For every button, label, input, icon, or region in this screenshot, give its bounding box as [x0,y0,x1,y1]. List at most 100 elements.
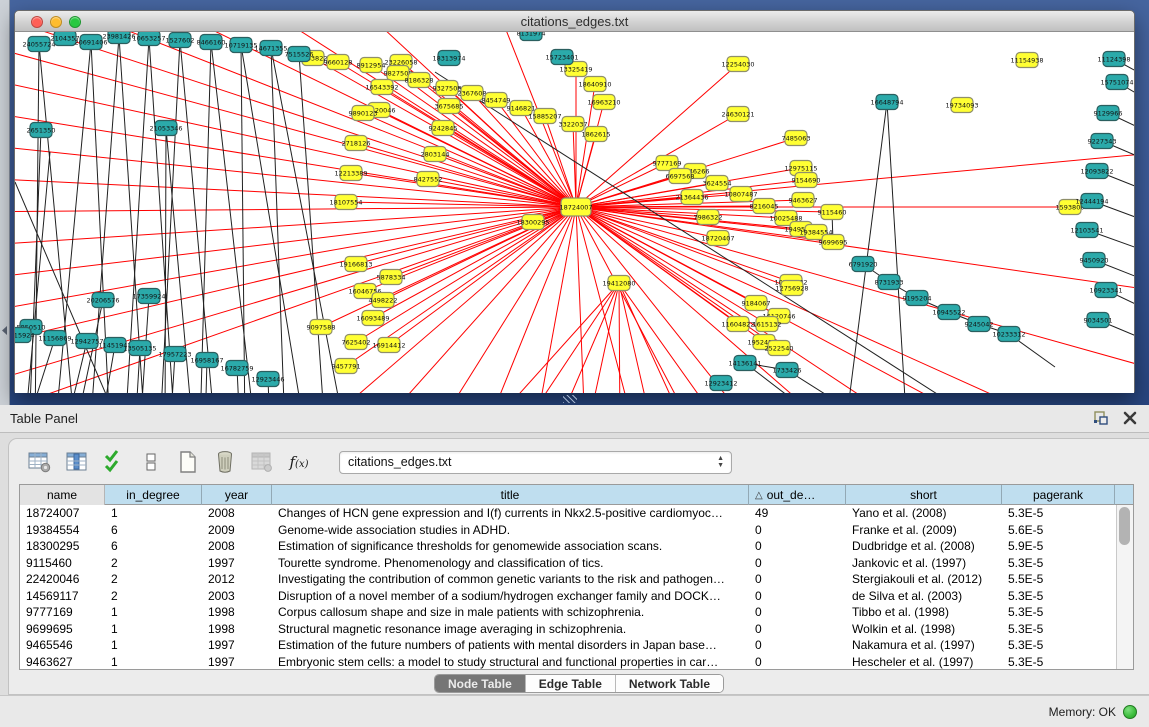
graph-node[interactable]: 8131974 [517,32,546,41]
graph-node[interactable]: 20206576 [86,293,119,308]
graph-node[interactable]: 18724007 [559,198,592,216]
graph-node[interactable]: 12923446 [251,372,284,387]
table-row[interactable]: 946554611997Estimation of the future num… [20,637,1133,654]
graph-node[interactable]: 9154690 [792,173,821,188]
graph-node[interactable]: 8186328 [405,73,434,88]
column-header-pagerank[interactable]: pagerank [1002,485,1115,505]
graph-node[interactable]: 16093489 [356,311,389,326]
graph-node[interactable]: 9195204 [903,291,932,306]
network-window-titlebar[interactable]: citations_edges.txt [15,11,1134,32]
import-table-icon[interactable] [249,449,275,475]
graph-node[interactable]: 12923412 [704,376,737,391]
graph-node[interactable]: 9227343 [1088,134,1117,149]
graph-node[interactable]: 16963210 [587,95,620,110]
column-header-title[interactable]: title [272,485,749,505]
graph-node[interactable]: 1527602 [166,33,195,48]
graph-node[interactable]: 9097588 [307,320,336,335]
graph-node[interactable]: 8466160 [197,35,226,50]
split-pane-grip[interactable] [563,395,577,403]
delete-table-icon[interactable] [212,449,238,475]
table-row[interactable]: 1938455462009Genome-wide association stu… [20,522,1133,539]
graph-node[interactable]: 3675685 [435,99,464,114]
float-panel-icon[interactable] [1093,410,1109,426]
graph-node[interactable]: 9699695 [819,235,848,250]
column-header-in_degree[interactable]: in_degree [105,485,202,505]
table-row[interactable]: 911546021997Tourette syndrome. Phenomeno… [20,555,1133,572]
graph-node[interactable]: 1862615 [582,127,611,142]
select-columns-icon[interactable] [101,449,127,475]
table-row[interactable]: 969969511998Structural magnetic resonanc… [20,621,1133,638]
graph-node[interactable]: 7986322 [694,210,723,225]
column-header-year[interactable]: year [202,485,272,505]
table-row[interactable]: 946362711997Embryonic stem cells: a mode… [20,654,1133,671]
table-column-icon[interactable] [64,449,90,475]
graph-node[interactable]: 1733426 [773,363,802,378]
graph-node[interactable]: 19412080 [602,276,635,291]
graph-node[interactable]: 4498222 [369,293,398,308]
graph-node[interactable]: 10233312 [992,327,1025,342]
graph-node[interactable]: 14136141 [728,356,761,371]
column-header-out_de[interactable]: △out_de… [749,485,846,505]
graph-node[interactable]: 9184067 [742,296,771,311]
graph-node[interactable]: 11604822 [721,317,754,332]
graph-node[interactable]: 6697568 [666,169,695,184]
network-canvas[interactable]: 1872400776638229660128891295423226058982… [15,32,1134,393]
graph-node[interactable]: 9129966 [1094,106,1123,121]
graph-node[interactable]: 18313974 [432,51,465,66]
graph-node[interactable]: 12093822 [1080,164,1113,179]
graph-node[interactable]: 7485063 [782,131,811,146]
table-row[interactable]: 1872400712008Changes of HCN gene express… [20,505,1133,522]
memory-status-icon[interactable] [1123,705,1137,719]
table-selector-dropdown[interactable]: citations_edges.txt ▲▼ [339,451,732,474]
column-header-name[interactable]: name [20,485,105,505]
graph-node[interactable]: 12254030 [721,57,754,72]
graph-node[interactable]: 8216045 [750,199,779,214]
graph-node[interactable]: 16648794 [870,95,903,110]
function-builder-icon[interactable]: f(x) [286,449,312,475]
row-height-icon[interactable] [138,449,164,475]
control-panel-edge[interactable] [0,0,10,405]
tab-edge-table[interactable]: Edge Table [526,675,616,692]
graph-node[interactable]: 3624554 [703,176,732,191]
graph-node[interactable]: 12213389 [334,166,367,181]
panel-collapse-icon[interactable] [2,326,7,335]
graph-node[interactable]: 12103541 [1070,223,1103,238]
graph-node[interactable]: 9034501 [1084,313,1113,328]
table-row[interactable]: 2242004622012Investigating the contribut… [20,571,1133,588]
graph-node[interactable]: 11124398 [1097,52,1130,67]
graph-node[interactable]: 7625402 [342,335,371,350]
tab-node-table[interactable]: Node Table [435,675,526,692]
table-settings-icon[interactable] [27,449,53,475]
graph-node[interactable]: 9463627 [789,193,818,208]
graph-node[interactable]: 11154938 [1010,53,1043,68]
table-row[interactable]: 1830029562008Estimation of significance … [20,538,1133,555]
scrollbar-thumb[interactable] [1119,507,1130,545]
graph-node[interactable]: 15751074 [1100,75,1133,90]
graph-node[interactable]: 8912954 [357,58,386,73]
graph-node[interactable]: 9242845 [429,121,458,136]
graph-node[interactable]: 16914412 [372,338,405,353]
table-scrollbar[interactable] [1116,505,1133,669]
graph-node[interactable]: 18640910 [578,77,611,92]
close-panel-icon[interactable] [1123,411,1137,425]
table-row[interactable]: 977716911998Corpus callosum shape and si… [20,604,1133,621]
graph-node[interactable]: 7515526 [285,47,314,62]
graph-node[interactable]: 2522540 [765,341,794,356]
graph-node[interactable]: 2651350 [27,123,56,138]
graph-node[interactable]: 2803144 [421,147,450,162]
graph-node[interactable]: 1615132 [753,317,782,332]
graph-node[interactable]: 5878334 [377,270,406,285]
graph-node[interactable]: 19734093 [945,98,978,113]
graph-node[interactable]: 9457791 [332,359,361,374]
citation-graph[interactable]: 1872400776638229660128891295423226058982… [15,32,1134,393]
graph-node[interactable]: 8427552 [414,172,443,187]
graph-node[interactable]: 16958167 [190,353,223,368]
column-header-short[interactable]: short [846,485,1002,505]
graph-node[interactable]: 17359924 [132,289,165,304]
new-table-icon[interactable] [175,449,201,475]
table-row[interactable]: 1456911722003Disruption of a novel membe… [20,588,1133,605]
graph-node[interactable]: 9245042 [965,317,994,332]
graph-node[interactable]: 8731933 [875,275,904,290]
graph-node[interactable]: 2718126 [342,136,371,151]
graph-node[interactable]: 10719135 [224,38,257,53]
